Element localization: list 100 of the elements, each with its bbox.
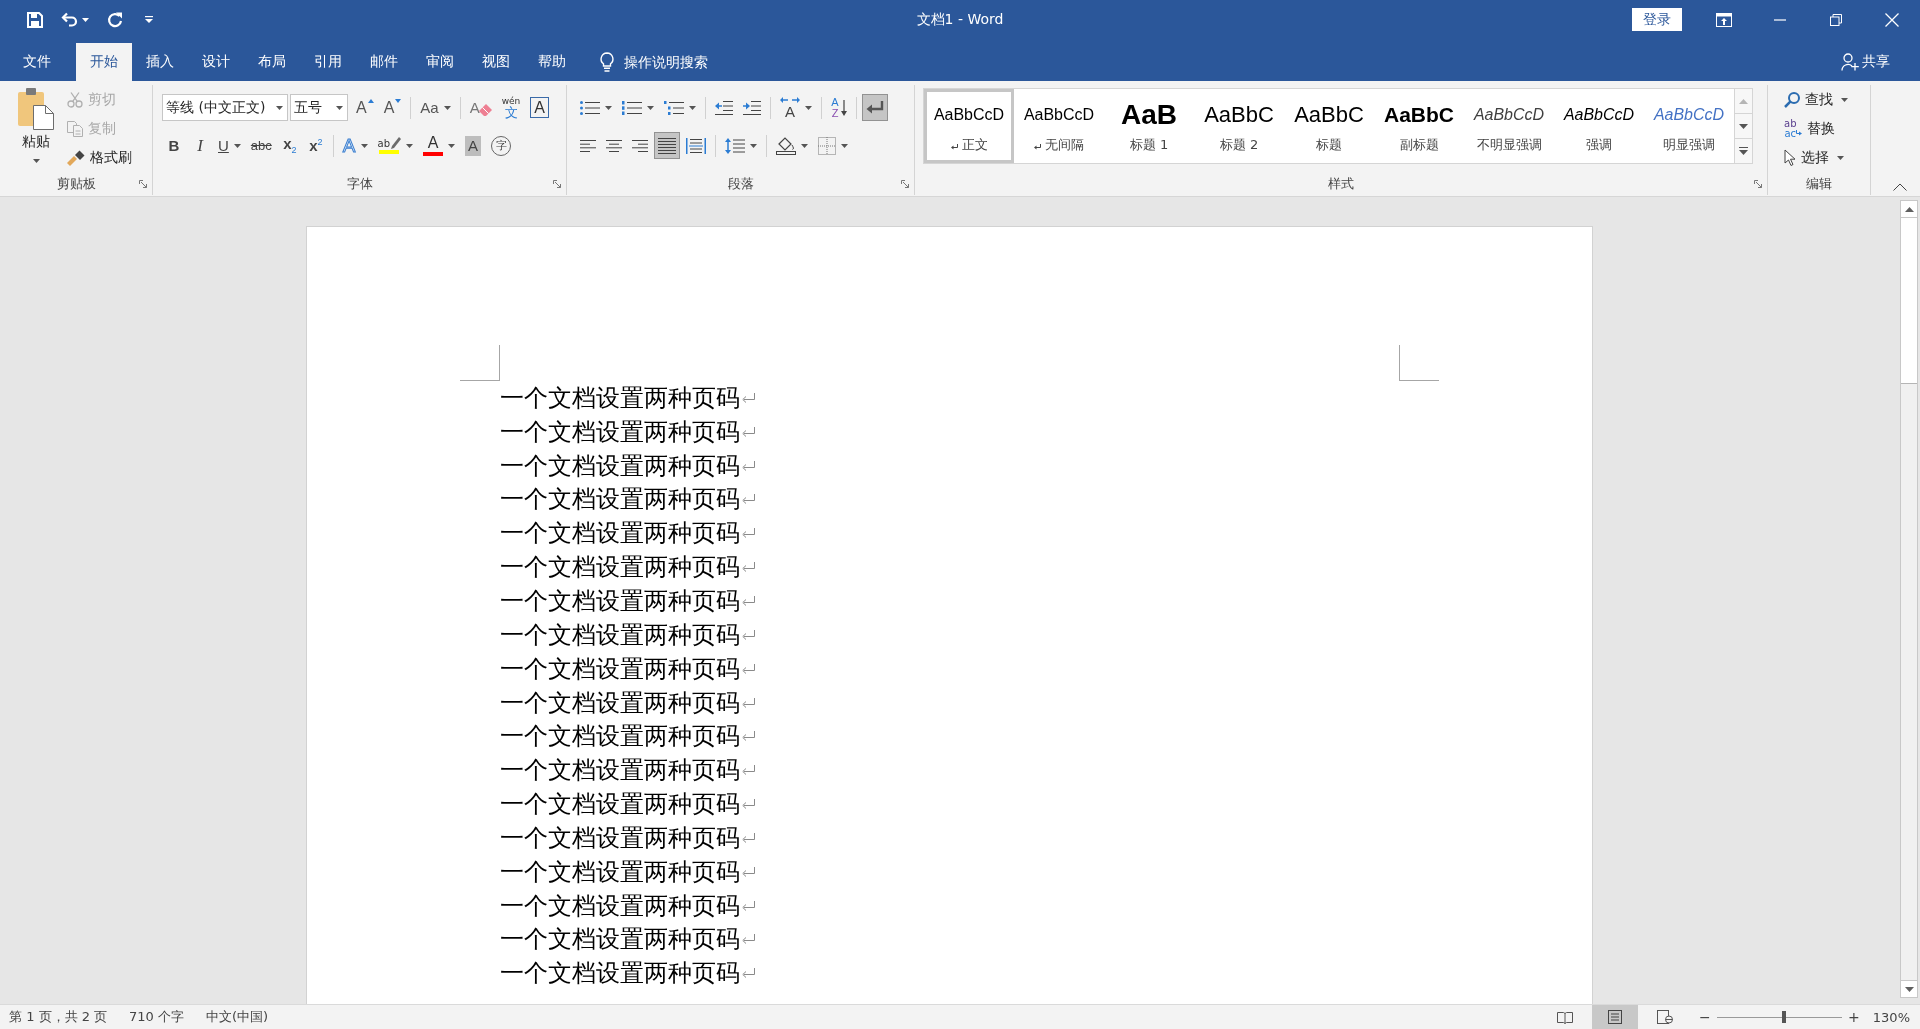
superscript-button[interactable]: x$^{2}$ [303,132,328,159]
underline-button[interactable]: U [214,132,245,159]
justify-button[interactable] [654,132,680,159]
show-marks-button[interactable] [862,94,888,121]
phonetic-guide-button[interactable]: wén 文 [497,94,525,121]
copy-icon [67,120,83,137]
style-option[interactable]: AaBbC 标题 [1284,89,1374,163]
triangle-up-icon [367,99,374,103]
style-option[interactable]: AaBbCcD 不明显强调 [1464,89,1554,163]
paragraph-mark-icon [742,494,755,505]
ribbon-tab[interactable]: 开始 [76,43,132,81]
caret-icon [336,105,343,110]
font-color-button[interactable]: A [419,132,459,159]
lightbulb-icon [600,52,614,72]
find-button[interactable]: 查找 [1780,85,1852,114]
expand-gallery-icon [1739,147,1748,155]
minimize-icon [1774,18,1786,21]
document-line: 一个文档设置两种页码 [500,927,740,952]
borders-icon [818,136,836,155]
word-count: 710 个字 [129,1008,185,1026]
ribbon-tab[interactable]: 引用 [300,43,356,81]
style-option[interactable]: AaB 标题 1 [1104,89,1194,163]
group-label: 编辑 [1806,175,1832,193]
ribbon-tab[interactable]: 设计 [188,43,244,81]
paragraph-mark-icon [742,934,755,945]
triangle-down-icon [395,99,402,103]
ribbon-tab[interactable]: 审阅 [412,43,468,81]
dialog-launcher-icon[interactable] [901,180,909,188]
document-line: 一个文档设置两种页码 [500,622,740,647]
asian-layout-button[interactable]: A [776,94,816,121]
scissors-icon [67,91,83,108]
zoom-in-button[interactable]: + [1846,1010,1861,1024]
dialog-launcher-icon[interactable] [1754,180,1762,188]
zoom-level[interactable]: 130% [1872,1009,1910,1025]
group-label: 字体 [346,175,373,193]
highlight-button[interactable]: ab [373,132,417,159]
strikethrough-button[interactable]: abc [246,132,276,159]
style-option[interactable]: AaBbCcD 强调 [1554,89,1644,163]
document-line: 一个文档设置两种页码 [500,859,740,884]
italic-button[interactable]: I [188,132,212,159]
document-line: 一个文档设置两种页码 [500,419,740,444]
ribbon-tab[interactable]: 布局 [244,43,300,81]
gallery-scroll-down-button[interactable] [1735,114,1752,139]
highlighter-pen-icon [391,137,401,149]
distributed-icon [686,137,706,154]
style-option[interactable]: AaBbCcD 明显强调 [1644,89,1734,163]
justify-icon [658,137,676,154]
style-option[interactable]: AaBbCcD 无间隔 [1014,89,1104,163]
select-button[interactable]: 选择 [1780,143,1852,172]
ribbon-tab[interactable]: 文件 [9,43,65,81]
font-name-dropdown[interactable]: 等线 (中文正文) [162,94,288,121]
paragraph-mark-icon [742,968,755,979]
replace-button[interactable]: ab ac 替换 [1780,114,1852,143]
arrow-down-icon [840,99,847,116]
paragraph-mark-icon [742,629,755,640]
paint-bucket-icon [776,136,796,155]
dialog-launcher-icon[interactable] [553,180,561,188]
slider-thumb[interactable] [1782,1011,1787,1023]
style-option[interactable]: AaBbC 标题 2 [1194,89,1284,163]
vertical-scrollbar[interactable] [1900,200,1918,998]
gallery-more-button[interactable] [1735,139,1752,163]
ribbon-tab[interactable]: 帮助 [524,43,580,81]
sign-in-button[interactable]: 登录 [1632,8,1682,31]
change-case-button[interactable]: Aa [416,94,455,121]
language-indicator: 中文(中国) [206,1008,269,1026]
scroll-up-button[interactable] [1901,201,1917,218]
ribbon-tab[interactable]: 视图 [468,43,524,81]
subscript-button[interactable]: x$_{2}$ [277,132,302,159]
search-icon [1784,91,1800,108]
paragraph-mark-icon [742,460,755,471]
scrollbar-thumb[interactable] [1901,218,1917,384]
bold-button[interactable]: B [162,132,186,159]
double-arrow-icon [780,96,800,103]
format-painter-button[interactable]: 格式刷 [63,143,136,172]
font-size-dropdown[interactable]: 五号 [290,94,348,121]
zoom-out-button[interactable]: − [1697,1010,1712,1024]
chevron-up-icon[interactable] [1893,183,1907,191]
paragraph-mark-icon [742,562,755,573]
grow-font-button[interactable]: A [352,94,378,121]
paste-button[interactable]: 粘贴 [13,85,59,173]
print-layout-button[interactable] [1591,1005,1638,1029]
scroll-down-button[interactable] [1901,980,1917,997]
clear-formatting-button[interactable]: A [465,94,496,121]
paragraph-mark-icon [1034,144,1041,150]
document-line: 一个文档设置两种页码 [500,825,740,850]
ribbon-tab[interactable]: 插入 [132,43,188,81]
shrink-font-button[interactable]: A [379,94,406,121]
align-center-icon [606,139,622,152]
ribbon-tab[interactable]: 邮件 [356,43,412,81]
paragraph-mark-icon [742,866,755,877]
style-option[interactable]: AaBbCcD 正文 [924,89,1014,163]
document-line: 一个文档设置两种页码 [500,521,740,546]
paintbrush-icon [67,149,85,166]
dialog-launcher-icon[interactable] [139,180,147,188]
paragraph-mark-icon [742,426,755,437]
sort-button[interactable]: A Z [827,94,851,121]
style-option[interactable]: AaBbC 副标题 [1374,89,1464,163]
share-button[interactable]: 共享 [1841,53,1890,71]
tell-me-field[interactable]: 操作说明搜索 [624,51,724,73]
align-right-icon [632,139,648,152]
